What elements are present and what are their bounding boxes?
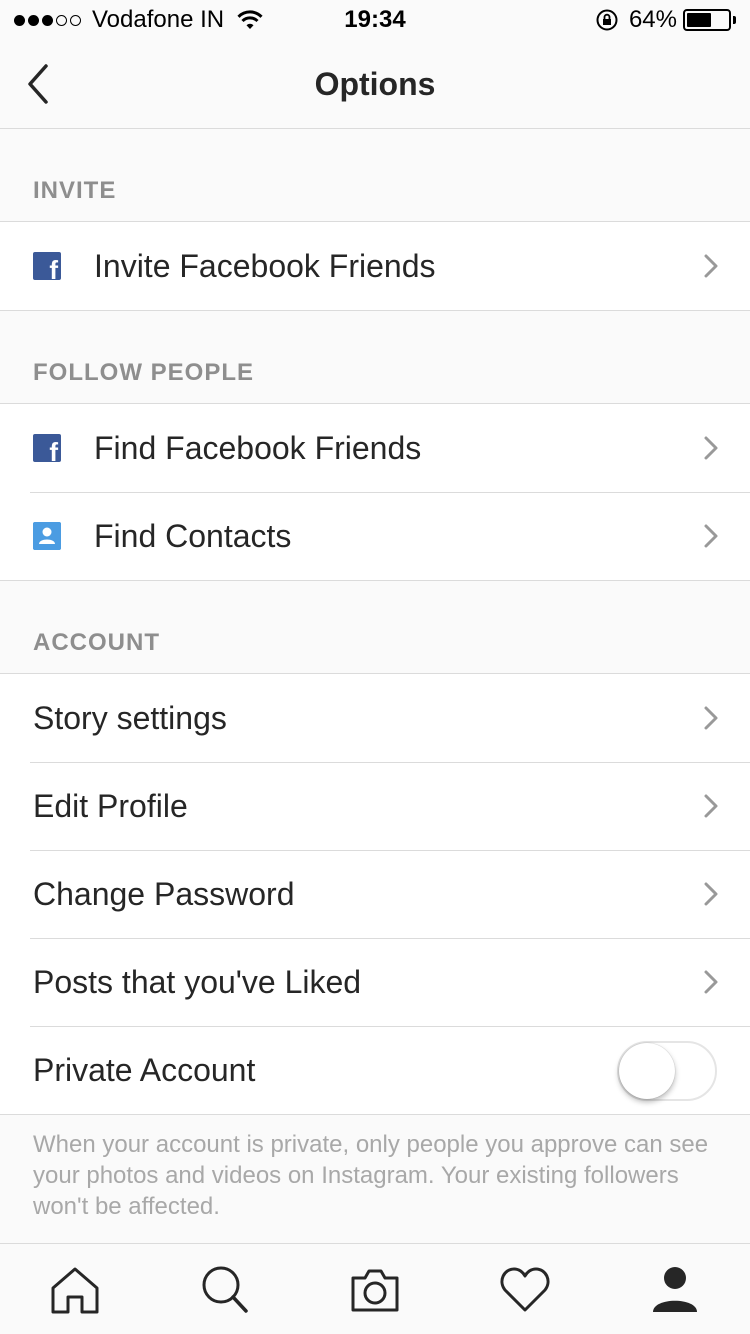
chevron-right-icon bbox=[704, 970, 718, 994]
row-label: Private Account bbox=[33, 1051, 256, 1088]
status-bar: Vodafone IN 19:34 64% bbox=[0, 0, 750, 40]
options-list: INVITE f Invite Facebook Friends FOLLOW … bbox=[0, 129, 750, 1251]
orientation-lock-icon bbox=[596, 9, 618, 31]
private-account-toggle[interactable] bbox=[617, 1041, 717, 1101]
find-contacts-row[interactable]: Find Contacts bbox=[0, 492, 750, 580]
invite-group: f Invite Facebook Friends bbox=[0, 221, 750, 311]
battery-fill bbox=[687, 13, 712, 27]
profile-icon[interactable] bbox=[649, 1264, 701, 1316]
camera-icon[interactable] bbox=[349, 1264, 401, 1316]
follow-people-group: f Find Facebook Friends Find Contacts bbox=[0, 403, 750, 581]
chevron-right-icon bbox=[704, 254, 718, 278]
account-group: Story settings Edit Profile Change Passw… bbox=[0, 673, 750, 1115]
contact-icon bbox=[33, 522, 61, 550]
row-label: Find Contacts bbox=[94, 517, 292, 554]
chevron-right-icon bbox=[704, 882, 718, 906]
nav-bar: Options bbox=[0, 40, 750, 129]
chevron-right-icon bbox=[704, 524, 718, 548]
chevron-right-icon bbox=[704, 436, 718, 460]
battery-tip bbox=[733, 16, 736, 24]
search-icon[interactable] bbox=[199, 1264, 251, 1316]
private-account-note: When your account is private, only peopl… bbox=[33, 1131, 709, 1220]
toggle-knob bbox=[619, 1043, 675, 1099]
status-right: 64% bbox=[595, 6, 736, 34]
private-account-row: Private Account bbox=[0, 1026, 750, 1114]
find-facebook-friends-row[interactable]: f Find Facebook Friends bbox=[0, 404, 750, 492]
row-label: Find Facebook Friends bbox=[94, 429, 422, 466]
story-settings-row[interactable]: Story settings bbox=[0, 674, 750, 762]
section-header-account: ACCOUNT bbox=[33, 629, 160, 656]
facebook-icon: f bbox=[33, 434, 61, 462]
row-label: Posts that you've Liked bbox=[33, 963, 362, 1000]
heart-icon[interactable] bbox=[499, 1264, 551, 1316]
facebook-icon: f bbox=[33, 252, 61, 280]
battery-percent: 64% bbox=[628, 6, 677, 33]
row-label: Change Password bbox=[33, 875, 295, 912]
tab-bar bbox=[0, 1243, 750, 1334]
page-title: Options bbox=[314, 66, 436, 102]
invite-facebook-friends-row[interactable]: f Invite Facebook Friends bbox=[0, 222, 750, 310]
row-label: Story settings bbox=[33, 699, 227, 736]
chevron-right-icon bbox=[704, 706, 718, 730]
section-header-follow-people: FOLLOW PEOPLE bbox=[33, 359, 254, 386]
row-label: Invite Facebook Friends bbox=[94, 247, 436, 284]
section-header-invite: INVITE bbox=[33, 177, 117, 204]
chevron-right-icon bbox=[704, 794, 718, 818]
home-icon[interactable] bbox=[49, 1264, 101, 1316]
posts-liked-row[interactable]: Posts that you've Liked bbox=[0, 938, 750, 1026]
row-label: Edit Profile bbox=[33, 787, 188, 824]
battery-icon bbox=[683, 9, 731, 31]
edit-profile-row[interactable]: Edit Profile bbox=[0, 762, 750, 850]
change-password-row[interactable]: Change Password bbox=[0, 850, 750, 938]
